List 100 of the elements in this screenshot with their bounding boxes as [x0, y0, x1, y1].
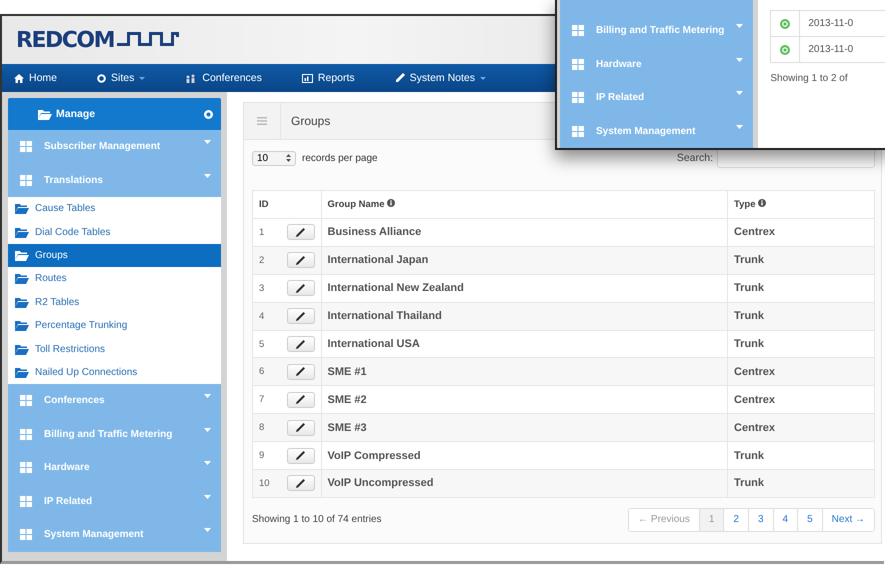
- group-name-cell: VoIP Uncompressed: [321, 470, 728, 498]
- caret-icon: [204, 494, 211, 499]
- people-icon: [185, 74, 198, 82]
- folder-icon: [15, 273, 29, 284]
- search-field[interactable]: [717, 148, 875, 168]
- type-cell: Trunk: [728, 302, 874, 330]
- pencil-icon: [296, 228, 305, 237]
- type-cell: Centrex: [728, 358, 874, 386]
- updown-arrows-icon: [286, 154, 291, 162]
- folder-icon: [15, 320, 29, 332]
- group-name-cell: Business Alliance: [321, 218, 728, 246]
- group-name-cell: International Japan: [321, 246, 728, 274]
- pencil-icon: [296, 256, 305, 265]
- caret-icon: [204, 394, 211, 398]
- grid-icon: [572, 126, 584, 137]
- id-cell: 6: [252, 358, 280, 386]
- search-label: Search:: [676, 152, 713, 164]
- caret-icon: [204, 140, 211, 144]
- edit-button[interactable]: [286, 224, 314, 240]
- folder-icon: [15, 366, 29, 378]
- edit-button[interactable]: [286, 308, 314, 324]
- grid-icon: [572, 58, 584, 70]
- date-cell-text: 2013-11-0: [807, 18, 854, 29]
- caret-icon: [204, 174, 211, 178]
- type-cell: Trunk: [728, 246, 874, 274]
- folder-icon: [15, 250, 29, 261]
- caret-icon: [204, 528, 211, 532]
- page-button[interactable]: 1: [698, 508, 724, 531]
- column-header: Type: [728, 190, 874, 218]
- pencil-icon: [296, 451, 305, 460]
- sidebar-title: Manage: [56, 108, 96, 120]
- grid-icon: [572, 92, 584, 104]
- entries-info: Showing 1 to 10 of 74 entries: [252, 514, 382, 526]
- edit-button[interactable]: [286, 280, 314, 296]
- id-cell: 4: [252, 302, 280, 330]
- grid-icon: [20, 529, 32, 540]
- caret-icon: [139, 76, 146, 80]
- group-name-cell: SME #1: [321, 358, 728, 386]
- edit-button[interactable]: [286, 364, 314, 380]
- caret-icon: [736, 58, 744, 62]
- edit-button[interactable]: [286, 252, 314, 268]
- grid-icon: [20, 141, 32, 152]
- pencil-icon: [296, 284, 305, 293]
- id-cell: 8: [252, 414, 280, 442]
- id-cell: 10: [252, 470, 280, 498]
- nav-item[interactable]: Conferences: [185, 72, 262, 84]
- grid-icon: [20, 174, 32, 186]
- pencil-icon: [394, 73, 405, 83]
- caret-icon: [736, 124, 744, 128]
- folder-icon: [38, 108, 52, 120]
- pencil-icon: [296, 312, 305, 321]
- id-cell: 3: [252, 274, 280, 302]
- home-icon: [14, 74, 24, 82]
- grid-icon: [20, 496, 32, 507]
- nav-item[interactable]: Reports: [302, 72, 355, 84]
- page-size-select[interactable]: 10: [252, 150, 296, 166]
- pencil-icon: [296, 395, 305, 404]
- folder-icon: [15, 203, 29, 214]
- nav-item[interactable]: Sites: [97, 72, 146, 84]
- date-cell-text: 2013-11-0: [807, 44, 854, 55]
- next-button[interactable]: Next →: [822, 508, 874, 531]
- id-cell: 2: [252, 246, 280, 274]
- type-cell: Centrex: [728, 218, 874, 246]
- edit-button[interactable]: [286, 392, 314, 408]
- panel-title: Groups: [290, 114, 330, 128]
- status-icon: [780, 44, 790, 54]
- pencil-icon: [296, 423, 305, 432]
- edit-button[interactable]: [286, 336, 314, 352]
- caret-icon: [204, 428, 211, 432]
- id-cell: 1: [252, 218, 280, 246]
- folder-icon: [15, 226, 29, 238]
- chart-icon: [302, 74, 313, 82]
- group-name-cell: International Thailand: [321, 302, 728, 330]
- sidebar-item[interactable]: Groups: [8, 244, 221, 268]
- settings-icon[interactable]: [204, 110, 213, 118]
- nav-item[interactable]: Home: [14, 72, 58, 84]
- edit-button[interactable]: [286, 448, 314, 464]
- status-icon: [780, 18, 790, 28]
- grid-icon: [20, 395, 32, 406]
- caret-icon: [736, 24, 744, 28]
- folder-icon: [15, 296, 29, 308]
- type-cell: Trunk: [728, 274, 874, 302]
- folder-icon: [15, 344, 29, 355]
- grid-icon: [572, 25, 584, 36]
- redcom-logo: REDCOM: [16, 28, 179, 52]
- caret-icon: [204, 461, 211, 466]
- settings-icon: [97, 74, 106, 82]
- pencil-icon: [296, 478, 305, 488]
- column-header: ID: [252, 190, 321, 218]
- entries-info: Showing 1 to 2 of: [770, 73, 849, 84]
- help-icon: [387, 199, 396, 207]
- group-name-cell: International New Zealand: [321, 274, 728, 302]
- nav-item[interactable]: System Notes: [394, 72, 486, 84]
- edit-button[interactable]: [286, 420, 314, 436]
- caret-icon: [480, 76, 486, 80]
- type-cell: Trunk: [728, 470, 874, 498]
- pencil-icon: [296, 367, 305, 376]
- help-icon: [758, 199, 766, 207]
- edit-button[interactable]: [286, 475, 314, 492]
- page-size-label: records per page: [302, 152, 378, 164]
